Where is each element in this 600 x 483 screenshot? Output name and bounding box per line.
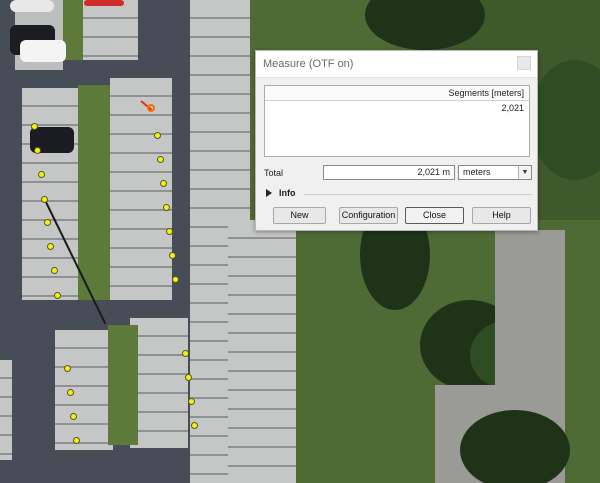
measure-point: [47, 243, 54, 250]
measure-point: [163, 204, 170, 211]
map-road: [495, 230, 565, 410]
measure-point: [157, 156, 164, 163]
measure-point: [38, 171, 45, 178]
measure-point: [67, 389, 74, 396]
measure-point: [172, 276, 179, 283]
total-label: Total: [264, 168, 284, 178]
map-car: [20, 40, 66, 62]
new-button[interactable]: New: [273, 207, 326, 224]
measure-point: [31, 123, 38, 130]
map-parking-row: [82, 0, 138, 60]
help-button[interactable]: Help: [472, 207, 531, 224]
map-median: [108, 325, 138, 445]
segments-column-header[interactable]: Segments [meters]: [265, 86, 529, 101]
total-value-field: 2,021 m: [323, 165, 455, 180]
measure-point: [191, 422, 198, 429]
measure-point: [169, 252, 176, 259]
map-car: [10, 0, 54, 12]
measure-point: [188, 398, 195, 405]
unit-select[interactable]: meters ▼: [458, 165, 532, 180]
map-parking-row: [0, 360, 12, 460]
map-parking-row: [130, 318, 188, 448]
close-button[interactable]: Close: [405, 207, 464, 224]
table-row[interactable]: 2,021: [265, 101, 529, 115]
measure-point: [154, 132, 161, 139]
map-tree-shadow: [460, 410, 570, 483]
dialog-title: Measure (OTF on): [263, 58, 354, 70]
measure-dialog: Measure (OTF on) Segments [meters] 2,021…: [255, 50, 538, 231]
info-divider: [304, 194, 532, 195]
measure-point: [44, 219, 51, 226]
measure-point: [51, 267, 58, 274]
map-median: [63, 0, 83, 60]
info-section-toggle[interactable]: Info: [264, 188, 532, 200]
map-parking-row: [55, 330, 113, 450]
triangle-right-icon[interactable]: [266, 189, 272, 197]
measure-point: [54, 292, 61, 299]
measure-cursor-icon: [147, 104, 155, 112]
close-icon[interactable]: [517, 56, 531, 70]
measure-point: [73, 437, 80, 444]
map-car: [84, 0, 124, 6]
map-parking-row: [110, 78, 172, 300]
map-median: [78, 85, 110, 300]
measure-point: [185, 374, 192, 381]
info-label: Info: [279, 188, 296, 198]
measure-point: [34, 147, 41, 154]
measure-point: [182, 350, 189, 357]
unit-select-value: meters: [463, 167, 491, 177]
dialog-titlebar[interactable]: Measure (OTF on): [256, 51, 537, 78]
segments-table[interactable]: Segments [meters] 2,021: [264, 85, 530, 157]
measure-point: [64, 365, 71, 372]
measure-point: [160, 180, 167, 187]
chevron-down-icon[interactable]: ▼: [518, 166, 531, 179]
measure-point: [70, 413, 77, 420]
measure-point: [41, 196, 48, 203]
configuration-button[interactable]: Configuration: [339, 207, 398, 224]
map-parking-row: [228, 220, 296, 483]
measure-point: [166, 228, 173, 235]
